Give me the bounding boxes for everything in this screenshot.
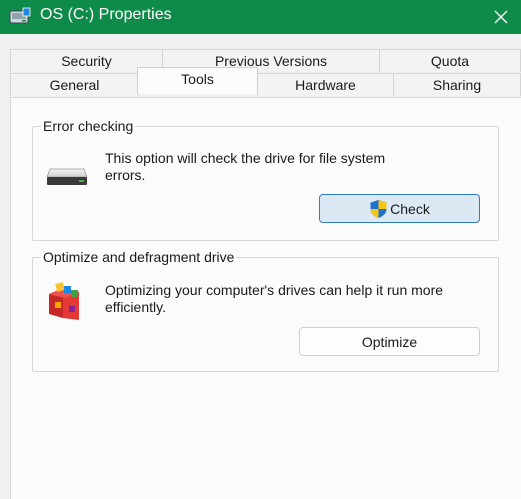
- hard-drive-icon: [46, 168, 88, 185]
- optimize-button[interactable]: Optimize: [299, 327, 480, 356]
- title-bar: OS (C:) Properties: [0, 0, 521, 34]
- close-button[interactable]: [481, 0, 521, 34]
- defrag-icon: [49, 282, 79, 320]
- tab-sharing[interactable]: Sharing: [393, 73, 521, 96]
- uac-shield-icon: [370, 199, 387, 218]
- tab-hardware[interactable]: Hardware: [257, 73, 394, 96]
- optimize-title: Optimize and defragment drive: [41, 249, 237, 265]
- optimize-description: Optimizing your computer's drives can he…: [105, 282, 444, 315]
- tab-quota[interactable]: Quota: [379, 49, 521, 72]
- error-checking-title: Error checking: [41, 118, 136, 134]
- close-icon: [494, 10, 508, 24]
- drive-properties-icon: [9, 7, 31, 24]
- error-checking-group: Error checking This option will check th…: [32, 118, 499, 241]
- error-checking-description: This option will check the drive for fil…: [105, 150, 386, 183]
- check-button-label: Check: [390, 200, 430, 217]
- optimize-group: Optimize and defragment drive Optimizing…: [32, 249, 499, 372]
- tab-general[interactable]: General: [10, 73, 139, 96]
- optimize-button-label: Optimize: [361, 333, 418, 350]
- tools-tab-panel: Error checking This option will check th…: [10, 97, 521, 499]
- check-button[interactable]: Check: [319, 194, 480, 223]
- window-title: OS (C:) Properties: [40, 6, 172, 23]
- tab-tools[interactable]: Tools: [137, 67, 258, 94]
